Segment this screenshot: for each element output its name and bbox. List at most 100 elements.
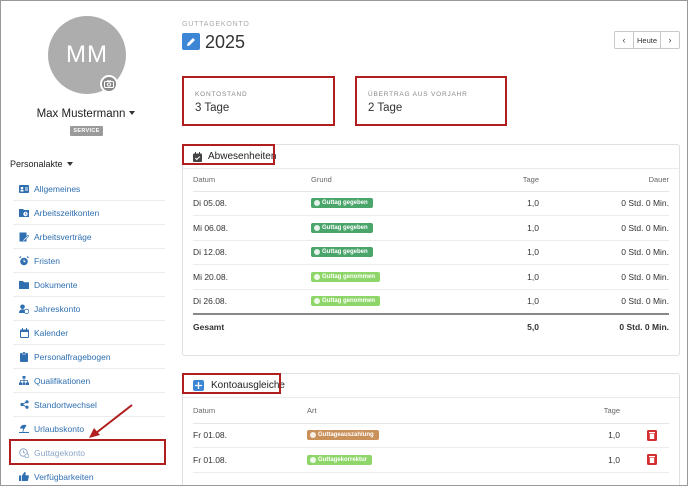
cell-date: Mi 20.08.	[193, 264, 311, 290]
delete-button[interactable]	[647, 429, 657, 441]
cell-date: Mi 06.08.	[193, 215, 311, 241]
column-header-datum: Datum	[193, 169, 311, 192]
contract-icon	[19, 232, 29, 242]
user-menu[interactable]: Max Mustermann	[1, 108, 171, 120]
id-card-icon	[19, 184, 29, 194]
sidebar-item-dokumente[interactable]: Dokumente	[13, 273, 165, 297]
table-header-row: Datum Art Tage	[193, 398, 669, 424]
sidebar-item-arbeitsvertraege[interactable]: Arbeitsverträge	[13, 225, 165, 249]
next-button[interactable]: ›	[661, 32, 679, 48]
cell-date: Di 26.08.	[193, 289, 311, 314]
cell-days: 1,0	[461, 264, 539, 290]
chevron-down-icon	[66, 162, 73, 166]
user-clock-icon	[19, 304, 29, 314]
table-row[interactable]: Mi 06.08. Guttag gegeben 1,0 0 Std. 0 Mi…	[193, 215, 669, 241]
balance-label: KONTOSTAND	[195, 91, 248, 98]
prev-button[interactable]: ‹	[615, 32, 633, 48]
column-header-tage: Tage	[461, 169, 539, 192]
cell-duration: 0 Std. 0 Min.	[539, 264, 669, 290]
type-badge: Guttagekorrektur	[307, 454, 373, 465]
trash-icon	[649, 456, 655, 464]
table-row[interactable]: Mi 20.08. Guttag genommen 1,0 0 Std. 0 M…	[193, 264, 669, 290]
table-row[interactable]: Di 12.08. Guttag gegeben 1,0 0 Std. 0 Mi…	[193, 240, 669, 265]
reason-badge: Guttag genommen	[311, 296, 381, 306]
sidebar-item-label: Arbeitszeitkonten	[34, 207, 100, 218]
reason-badge: Guttag gegeben	[311, 198, 373, 209]
table-total-row: Gesamt 5,0 0 Std. 0 Min.	[193, 312, 669, 339]
sidebar-item-label: Fristen	[34, 255, 60, 266]
table-row[interactable]: Di 05.08. Guttag gegeben 1,0 0 Std. 0 Mi…	[193, 191, 669, 216]
sidebar-item-allgemeines[interactable]: Allgemeines	[13, 177, 165, 201]
total-label: Gesamt	[193, 312, 311, 339]
alarm-icon	[19, 255, 29, 266]
today-button[interactable]: Heute	[633, 32, 661, 48]
page-title-year: 2025	[205, 32, 246, 52]
highlight-active-nav	[9, 439, 166, 465]
carryover-stat: ÜBERTRAG AUS VORJAHR 2 Tage	[355, 76, 507, 126]
sidebar-item-arbeitszeitkonten[interactable]: Arbeitszeitkonten	[13, 201, 165, 225]
section-toggle-personalakte[interactable]: Personalakte	[10, 159, 73, 169]
column-header-grund: Grund	[311, 169, 461, 192]
sidebar-item-jahreskonto[interactable]: Jahreskonto	[13, 297, 165, 321]
balance-value: 3 Tage	[195, 102, 230, 114]
sidebar-item-label: Urlaubskonto	[34, 423, 85, 434]
pencil-icon	[186, 37, 196, 47]
sidebar-item-kalender[interactable]: Kalender	[13, 321, 165, 345]
date-pager: ‹ Heute ›	[614, 31, 680, 49]
cell-days: 1,0	[461, 240, 539, 265]
type-text: Guttagekorrektur	[318, 456, 368, 463]
delete-button[interactable]	[647, 454, 657, 466]
calendar-icon	[19, 327, 29, 338]
sitemap-icon	[19, 376, 29, 386]
cell-duration: 0 Std. 0 Min.	[539, 240, 669, 265]
reason-icon	[314, 224, 320, 231]
sidebar-item-label: Verfügbarkeiten	[34, 471, 94, 482]
sidebar-item-personalfragebogen[interactable]: Personalfragebogen	[13, 345, 165, 369]
balance-stat: KONTOSTAND 3 Tage	[182, 76, 335, 126]
table-row[interactable]: Fr 01.08. Guttageauszahlung 1,0	[193, 423, 669, 448]
edit-button[interactable]	[182, 33, 200, 50]
sidebar-item-label: Kalender	[34, 327, 69, 338]
cell-date: Fr 01.08.	[193, 423, 307, 448]
highlight-adjustments-title	[182, 373, 281, 394]
column-header-art: Art	[307, 398, 507, 424]
trash-icon	[649, 431, 655, 439]
sidebar-item-verfuegbarkeiten[interactable]: Verfügbarkeiten	[13, 465, 165, 485]
sidebar-item-fristen[interactable]: Fristen	[13, 249, 165, 273]
chevron-down-icon	[129, 111, 136, 115]
table-row[interactable]: Fr 01.08. Guttagekorrektur 1,0	[193, 447, 669, 473]
sidebar-item-label: Jahreskonto	[34, 303, 81, 314]
cell-days: 1,0	[461, 289, 539, 314]
cell-date: Fr 01.08.	[193, 447, 307, 473]
sidebar-item-label: Qualifikationen	[34, 375, 91, 386]
sidebar-item-label: Personalfragebogen	[34, 351, 111, 362]
sidebar-item-urlaubskonto[interactable]: Urlaubskonto	[13, 417, 165, 441]
cell-duration: 0 Std. 0 Min.	[539, 215, 669, 241]
sidebar-item-qualifikationen[interactable]: Qualifikationen	[13, 369, 165, 393]
reason-icon	[314, 298, 320, 304]
table-row[interactable]: Di 26.08. Guttag genommen 1,0 0 Std. 0 M…	[193, 289, 669, 314]
total-duration: 0 Std. 0 Min.	[539, 312, 669, 339]
type-text: Guttageauszahlung	[318, 432, 374, 439]
absences-card: Abwesenheiten Datum Grund Tage Dauer Di …	[182, 144, 680, 356]
chevron-left-icon: ‹	[622, 35, 626, 45]
page-eyebrow: GUTTAGEKONTO	[182, 21, 250, 28]
sidebar-item-label: Allgemeines	[34, 183, 81, 194]
adjustments-table: Datum Art Tage Fr 01.08. Guttageauszahlu…	[193, 398, 669, 473]
cell-date: Di 05.08.	[193, 191, 311, 216]
user-name: Max Mustermann	[36, 108, 126, 120]
reason-icon	[314, 273, 320, 280]
camera-icon[interactable]	[100, 75, 118, 93]
share-icon	[19, 400, 29, 410]
sidebar: MM Max Mustermann SERVICE Personalakte A…	[1, 1, 171, 485]
clock-folder-icon	[19, 208, 29, 218]
reason-badge: Guttag gegeben	[311, 222, 373, 233]
sidebar-item-label: Dokumente	[34, 279, 78, 290]
thumbs-up-icon	[19, 472, 29, 482]
clipboard-icon	[19, 351, 29, 362]
column-header-datum: Datum	[193, 398, 307, 424]
reason-text: Guttag genommen	[322, 298, 376, 304]
sidebar-item-standortwechsel[interactable]: Standortwechsel	[13, 393, 165, 417]
cell-days: 1,0	[461, 215, 539, 241]
highlight-absences-title	[182, 144, 275, 165]
